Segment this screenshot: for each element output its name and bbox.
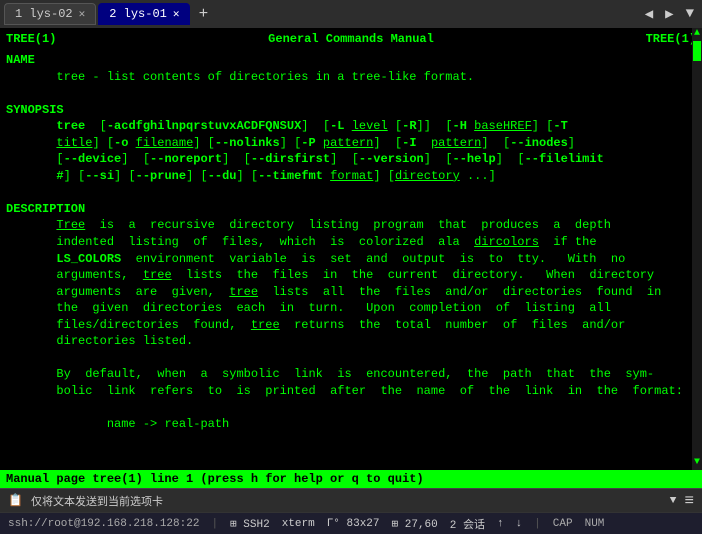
tab-navigation: ◀ ▶ ▼ <box>641 4 698 25</box>
tab-nav-right[interactable]: ▶ <box>661 4 677 25</box>
tab-1[interactable]: 1 lys-02 ✕ <box>4 3 96 25</box>
tab-2-label: 2 lys-01 <box>109 7 167 21</box>
bottom-send-bar: 📋 仅将文本发送到当前选项卡 ▼ ≡ <box>0 488 702 512</box>
ssh-address: ssh://root@192.168.218.128:22 <box>8 518 199 530</box>
tab-nav-left[interactable]: ◀ <box>641 4 657 25</box>
man-header: TREE(1) General Commands Manual TREE(1) <box>6 32 696 46</box>
terminal-area[interactable]: TREE(1) General Commands Manual TREE(1) … <box>0 28 702 470</box>
scroll-down-arrow[interactable]: ↓ <box>516 518 523 530</box>
man-header-center: General Commands Manual <box>268 32 434 46</box>
man-status-bar: Manual page tree(1) line 1 (press h for … <box>0 470 702 488</box>
dimensions-label: Γ° 83x27 <box>327 518 380 530</box>
man-body: NAME tree - list contents of directories… <box>6 52 696 433</box>
send-menu[interactable]: ≡ <box>684 492 694 510</box>
scroll-up-arrow[interactable]: ↑ <box>497 518 504 530</box>
man-header-left: TREE(1) <box>6 32 56 46</box>
scrollbar-down[interactable]: ▼ <box>694 457 700 468</box>
scroll-position: ⊞ 27,60 <box>392 517 438 531</box>
num-label: NUM <box>585 518 605 530</box>
protocol-label: ⊞ SSH2 <box>230 517 270 531</box>
send-text-label: 仅将文本发送到当前选项卡 <box>31 493 163 509</box>
man-content: NAME tree - list contents of directories… <box>6 52 696 466</box>
sessions-count: 2 会话 <box>450 516 485 532</box>
tab-bar: 1 lys-02 ✕ 2 lys-01 ✕ + ◀ ▶ ▼ <box>0 0 702 28</box>
terminal-scrollbar[interactable]: ▲ ▼ <box>692 28 702 470</box>
scrollbar-up[interactable]: ▲ <box>694 28 700 39</box>
scrollbar-thumb[interactable] <box>693 41 701 61</box>
tab-2[interactable]: 2 lys-01 ✕ <box>98 3 190 25</box>
send-icon: 📋 <box>8 493 23 508</box>
terminal-type: xterm <box>282 518 315 530</box>
man-status-text: Manual page tree(1) line 1 (press h for … <box>6 472 424 486</box>
caps-label: CAP <box>553 518 573 530</box>
man-header-right: TREE(1) <box>646 32 696 46</box>
status-line: ssh://root@192.168.218.128:22 | ⊞ SSH2 x… <box>0 512 702 534</box>
tab-1-close[interactable]: ✕ <box>79 7 86 21</box>
tab-add-button[interactable]: + <box>192 3 214 25</box>
tab-menu-icon[interactable]: ▼ <box>682 4 698 24</box>
tab-1-label: 1 lys-02 <box>15 7 73 21</box>
tab-2-close[interactable]: ✕ <box>173 7 180 21</box>
send-dropdown[interactable]: ▼ <box>670 495 677 507</box>
